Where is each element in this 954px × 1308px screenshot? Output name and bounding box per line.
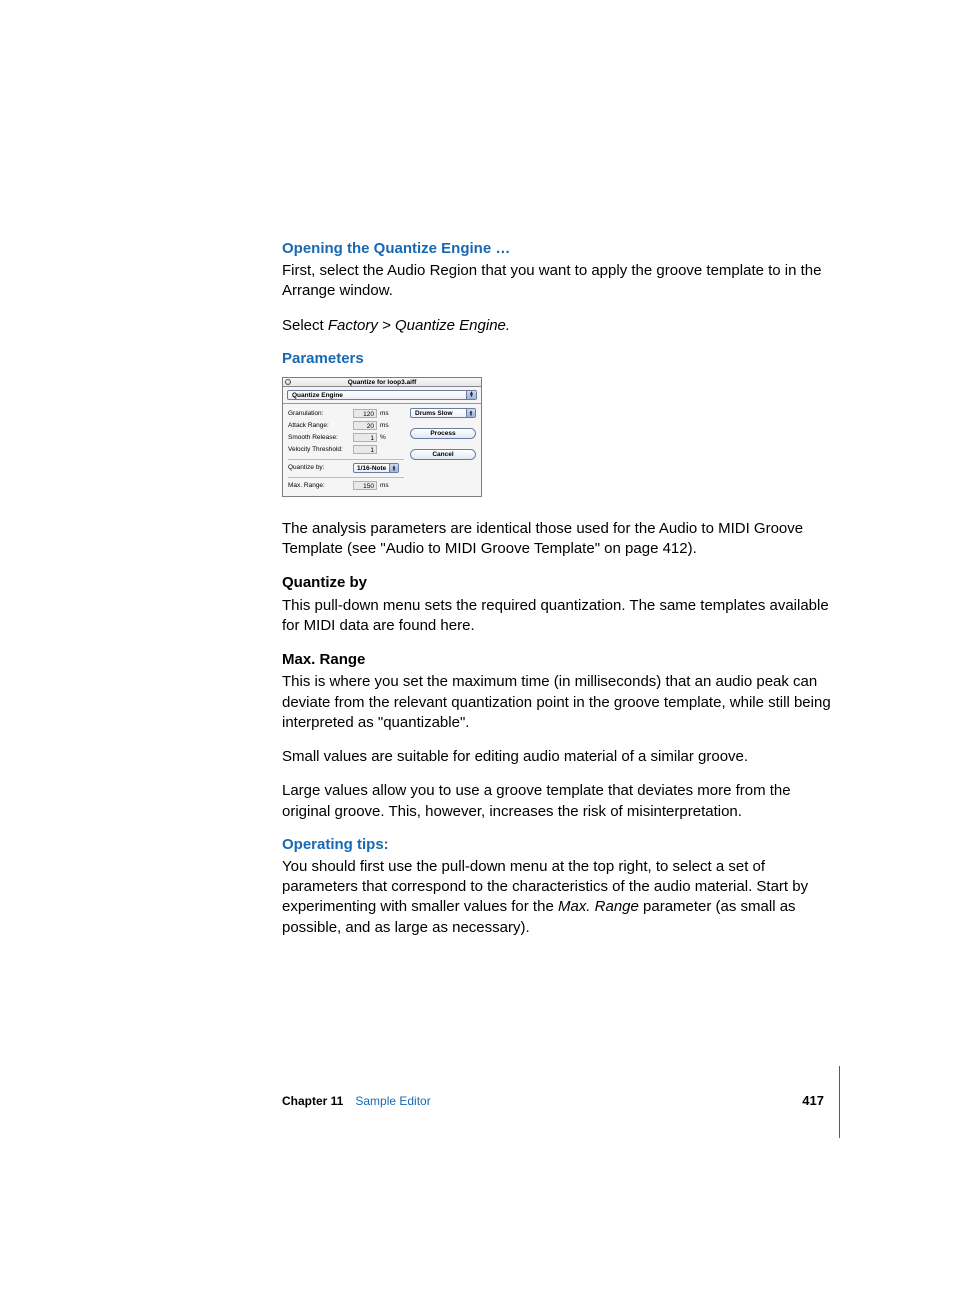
preset-value: Drums Slow [415,410,453,417]
engine-popup-label: Quantize Engine [292,392,343,399]
attack-field[interactable]: 20 [353,421,377,430]
max-range-field[interactable]: 150 [353,481,377,490]
attack-label: Attack Range: [288,422,353,429]
max-range-body: This is where you set the maximum time (… [282,672,834,733]
granulation-field[interactable]: 120 [353,409,377,418]
chevron-updown-icon: ▲▼ [466,391,476,399]
select-line: Select Factory > Quantize Engine. [282,316,834,336]
cancel-button[interactable]: Cancel [410,449,476,460]
dialog-right-column: Drums Slow ▲▼ Process Cancel [410,408,476,492]
heading-opening: Opening the Quantize Engine … [282,240,834,257]
select-path: Factory > Quantize Engine. [328,317,510,334]
dialog-titlebar: Quantize for loop3.aiff [283,378,481,387]
heading-operating-tips: Operating tips: [282,836,834,853]
attack-unit: ms [380,422,389,429]
max-range-subhead: Max. Range [282,650,834,670]
granulation-unit: ms [380,410,389,417]
footer-page-number: 417 [802,1093,834,1108]
heading-parameters: Parameters [282,350,834,367]
close-icon[interactable] [285,379,291,385]
smooth-field[interactable]: 1 [353,433,377,442]
page-footer: Chapter 11 Sample Editor 417 [282,1093,834,1108]
quantize-dialog: Quantize for loop3.aiff Quantize Engine … [282,377,482,497]
quantize-by-popup[interactable]: 1/16-Note ▲▼ [353,463,399,473]
large-values-body: Large values allow you to use a groove t… [282,781,834,822]
select-prefix: Select [282,317,328,334]
chevron-updown-icon: ▲▼ [466,409,475,417]
footer-rule [839,1066,840,1138]
tips-italic: Max. Range [558,898,639,915]
quantize-by-label: Quantize by: [288,464,353,471]
process-button[interactable]: Process [410,428,476,439]
max-range-unit: ms [380,482,389,489]
analysis-body: The analysis parameters are identical th… [282,519,834,560]
dialog-left-column: Granulation: 120 ms Attack Range: 20 ms … [288,408,404,492]
preset-popup[interactable]: Drums Slow ▲▼ [410,408,476,418]
smooth-label: Smooth Release: [288,434,353,441]
footer-chapter-name: Sample Editor [355,1094,430,1108]
chevron-updown-icon: ▲▼ [389,464,398,472]
footer-chapter-label: Chapter 11 [282,1094,343,1108]
max-range-label: Max. Range: [288,482,353,489]
quantize-dialog-figure: Quantize for loop3.aiff Quantize Engine … [282,377,834,497]
small-values-body: Small values are suitable for editing au… [282,747,834,767]
quantize-by-subhead: Quantize by [282,573,834,593]
quantize-by-value: 1/16-Note [357,465,386,472]
velocity-label: Velocity Threshold: [288,446,353,453]
page-content: Opening the Quantize Engine … First, sel… [282,240,834,952]
smooth-unit: % [380,434,386,441]
quantize-by-body: This pull-down menu sets the required qu… [282,596,834,637]
velocity-field[interactable]: 1 [353,445,377,454]
dialog-title-text: Quantize for loop3.aiff [348,379,417,386]
operating-tips-body: You should first use the pull-down menu … [282,857,834,938]
granulation-label: Granulation: [288,410,353,417]
engine-popup[interactable]: Quantize Engine ▲▼ [287,390,477,400]
opening-body: First, select the Audio Region that you … [282,261,834,302]
